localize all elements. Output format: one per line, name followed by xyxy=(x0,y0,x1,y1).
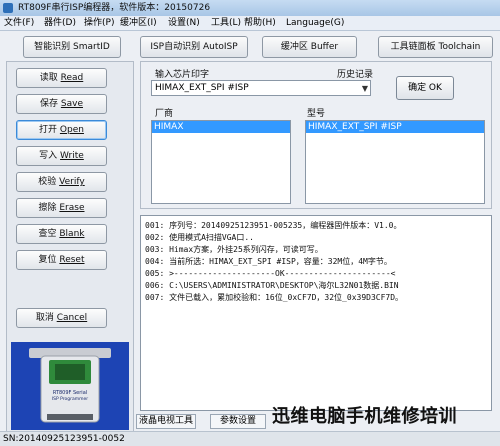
model-list-item[interactable]: HIMAX_EXT_SPI #ISP xyxy=(306,121,484,133)
log-line: 004: 当前所选：HIMAX_EXT_SPI #ISP，容量：32M位，4M字… xyxy=(145,257,392,266)
reset-cn-label: 复位 xyxy=(38,255,60,265)
auto-isp-button[interactable]: ISP自动识别 AutoISP xyxy=(140,36,248,58)
write-en-label: Write xyxy=(60,151,84,161)
vendor-label: 厂商 xyxy=(155,109,174,119)
blank-button[interactable]: 查空 Blank xyxy=(16,224,107,244)
erase-en-label: Erase xyxy=(59,203,85,213)
menu-buffer[interactable]: 缓冲区(I) xyxy=(120,16,157,31)
menu-language[interactable]: Language(G) xyxy=(286,16,344,31)
log-line: 005: >---------------------OK-----------… xyxy=(145,269,396,278)
chevron-down-icon[interactable]: ▼ xyxy=(362,82,368,96)
tab-lcd-tools[interactable]: 液晶电视工具 xyxy=(136,414,196,429)
chip-input-value: HIMAX_EXT_SPI #ISP xyxy=(155,83,249,93)
menu-operate[interactable]: 操作(P) xyxy=(84,16,114,31)
write-button[interactable]: 写入 Write xyxy=(16,146,107,166)
menu-help[interactable]: 帮助(H) xyxy=(244,16,276,31)
programmer-device-illustration: RT809F Serial ISP Programmer xyxy=(11,342,129,430)
toolchain-button[interactable]: 工具链面板 Toolchain xyxy=(378,36,493,58)
open-cn-label: 打开 xyxy=(39,125,60,135)
cancel-cn-label: 取消 xyxy=(35,313,57,323)
read-en-label: Read xyxy=(60,73,84,83)
save-button[interactable]: 保存 Save xyxy=(16,94,107,114)
save-cn-label: 保存 xyxy=(40,99,61,109)
read-button[interactable]: 读取 Read xyxy=(16,68,107,88)
menu-tools[interactable]: 工具(L) xyxy=(211,16,241,31)
history-label: 历史记录 xyxy=(337,70,374,80)
reset-button[interactable]: 复位 Reset xyxy=(16,250,107,270)
vendor-listbox[interactable]: HIMAX xyxy=(151,120,291,204)
log-line: 002: 使用模式A扫描VGA口.. xyxy=(145,233,254,242)
open-button[interactable]: 打开 Open xyxy=(16,120,107,140)
log-line: 007: 文件已载入，累加校验和：16位_0xCF7D，32位_0x39D3CF… xyxy=(145,293,404,302)
verify-cn-label: 校验 xyxy=(38,177,60,187)
menu-device[interactable]: 器件(D) xyxy=(44,16,76,31)
write-cn-label: 写入 xyxy=(39,151,61,161)
model-listbox[interactable]: HIMAX_EXT_SPI #ISP xyxy=(305,120,485,204)
device-label-sub: ISP Programmer xyxy=(52,396,88,402)
log-line: 003: Himax方案，外挂25系列闪存，可读可写。 xyxy=(145,245,323,254)
device-label-top: RT809F Serial xyxy=(53,390,87,396)
smart-id-button[interactable]: 智能识别 SmartID xyxy=(23,36,121,58)
menu-settings[interactable]: 设置(N) xyxy=(168,16,200,31)
erase-cn-label: 擦除 xyxy=(38,203,60,213)
verify-en-label: Verify xyxy=(59,177,85,187)
cancel-button[interactable]: 取消 Cancel xyxy=(16,308,107,328)
menu-file[interactable]: 文件(F) xyxy=(4,16,34,31)
operation-panel: 读取 Read 保存 Save 打开 Open 写入 Write 校验 Veri… xyxy=(6,61,134,433)
title-bar: RT809F串行ISP编程器，软件版本：20150726 xyxy=(0,0,500,16)
serial-number: SN:20140925123951-0052 xyxy=(3,434,125,444)
menu-bar: 文件(F) 器件(D) 操作(P) 缓冲区(I) 设置(N) 工具(L) 帮助(… xyxy=(0,16,500,31)
main-client: 智能识别 SmartID ISP自动识别 AutoISP 缓冲区 Buffer … xyxy=(0,31,500,446)
buffer-button[interactable]: 缓冲区 Buffer xyxy=(262,36,357,58)
chip-selection-group: 输入芯片印字 历史记录 HIMAX_EXT_SPI #ISP ▼ 确定 OK 厂… xyxy=(140,61,492,209)
status-bar: SN:20140925123951-0052 xyxy=(0,431,500,446)
ok-button[interactable]: 确定 OK xyxy=(396,76,454,100)
app-icon xyxy=(3,3,13,13)
vendor-list-item[interactable]: HIMAX xyxy=(152,121,290,133)
verify-button[interactable]: 校验 Verify xyxy=(16,172,107,192)
reset-en-label: Reset xyxy=(59,255,85,265)
open-en-label: Open xyxy=(59,125,84,135)
log-output[interactable]: 001: 序列号：20140925123951-005235，编程器固件版本：V… xyxy=(140,215,492,411)
erase-button[interactable]: 擦除 Erase xyxy=(16,198,107,218)
watermark-text: 迅维电脑手机维修培训 xyxy=(272,406,457,427)
blank-en-label: Blank xyxy=(59,229,85,239)
programmer-device-image: RT809F Serial ISP Programmer xyxy=(11,342,129,430)
model-label: 型号 xyxy=(307,109,326,119)
chip-input-label: 输入芯片印字 xyxy=(155,70,210,80)
log-line: 001: 序列号：20140925123951-005235，编程器固件版本：V… xyxy=(145,221,402,230)
window-title: RT809F串行ISP编程器，软件版本：20150726 xyxy=(18,3,211,13)
log-line: 006: C:\USERS\ADMINISTRATOR\DESKTOP\海尔L3… xyxy=(145,281,399,290)
chip-input-combobox[interactable]: HIMAX_EXT_SPI #ISP ▼ xyxy=(151,80,371,96)
tab-params[interactable]: 参数设置 xyxy=(210,414,266,429)
read-cn-label: 读取 xyxy=(39,73,61,83)
blank-cn-label: 查空 xyxy=(38,229,60,239)
save-en-label: Save xyxy=(60,99,83,109)
cancel-en-label: Cancel xyxy=(56,313,88,323)
